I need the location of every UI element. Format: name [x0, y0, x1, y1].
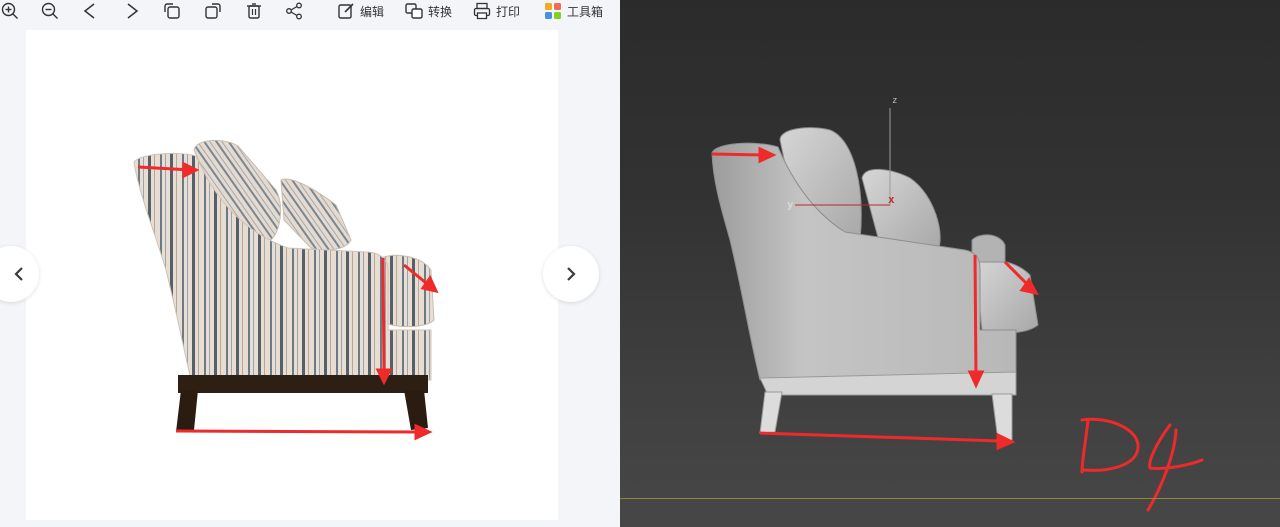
rotate-right-icon — [205, 3, 221, 19]
axis-label-z: z — [892, 96, 898, 106]
axis-label-x: x — [888, 193, 895, 206]
axis-label-y: y — [787, 198, 794, 211]
convert-label: 转换 — [428, 4, 453, 19]
chevron-right-icon — [567, 267, 576, 281]
chevron-right-icon — [127, 3, 139, 19]
share-button[interactable] — [284, 0, 304, 22]
zoom-in-icon — [1, 2, 18, 19]
image-viewer-pane: 编辑 转换 打印 工具箱 — [0, 0, 620, 527]
share-icon — [286, 2, 302, 20]
viewer-toolbar: 编辑 转换 打印 工具箱 — [0, 0, 620, 24]
toolbox-label: 工具箱 — [567, 4, 604, 19]
print-button[interactable]: 打印 — [472, 0, 520, 22]
ground-line — [620, 498, 1280, 499]
delete-button[interactable] — [244, 0, 264, 22]
3d-viewport[interactable]: z y x D4 — [620, 0, 1280, 527]
image-canvas — [26, 30, 558, 520]
zoom-out-icon — [41, 2, 58, 19]
sofa-3d-model — [711, 108, 1204, 512]
edit-label: 编辑 — [360, 4, 385, 19]
rotate-right-button[interactable] — [203, 0, 223, 22]
zoom-in-button[interactable] — [0, 0, 20, 22]
rotate-left-icon — [164, 3, 180, 19]
next-button[interactable] — [122, 0, 142, 22]
rotate-left-button[interactable] — [162, 0, 182, 22]
sofa-photo — [133, 140, 439, 441]
edit-icon — [338, 3, 354, 19]
zoom-out-button[interactable] — [40, 0, 60, 22]
next-image-button[interactable] — [543, 246, 599, 302]
printer-icon — [473, 2, 491, 20]
previous-button[interactable] — [80, 0, 100, 22]
chevron-left-icon — [14, 267, 23, 281]
print-label: 打印 — [496, 4, 521, 19]
convert-icon — [405, 3, 423, 19]
convert-button[interactable]: 转换 — [404, 0, 452, 22]
edit-button[interactable]: 编辑 — [336, 0, 384, 22]
trash-icon — [247, 3, 261, 19]
chevron-left-icon — [83, 3, 95, 19]
toolbox-icon — [545, 3, 561, 19]
toolbox-button[interactable]: 工具箱 — [543, 0, 603, 22]
